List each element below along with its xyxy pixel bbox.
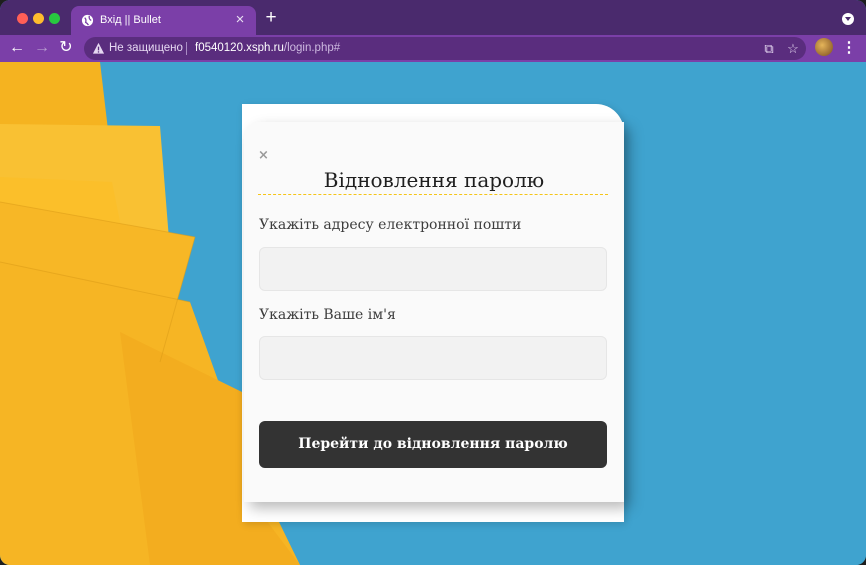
active-tab[interactable]: Вхід || Bullet × <box>71 6 256 35</box>
globe-icon <box>81 14 94 27</box>
email-label: Укажіть адресу електронної пошти <box>259 217 522 233</box>
close-icon[interactable]: × <box>232 12 248 28</box>
address-separator <box>186 42 187 55</box>
translate-icon[interactable]: ⧉ <box>760 40 778 58</box>
page-viewport: × Відновлення паролю Укажіть адресу елек… <box>0 62 866 565</box>
url-host: f0540120.xsph.ru <box>195 42 284 54</box>
name-label: Укажіть Ваше ім'я <box>259 307 396 323</box>
star-icon[interactable]: ☆ <box>784 40 802 58</box>
modal-title: Відновлення паролю <box>323 168 545 192</box>
tab-strip: Вхід || Bullet × + <box>0 0 866 35</box>
address-bar[interactable]: Не защищено f0540120.xsph.ru/login.php# … <box>84 37 806 60</box>
browser-toolbar: ← → ↻ Не защищено f0540120.xsph.ru/login… <box>0 35 866 62</box>
url-text[interactable]: f0540120.xsph.ru/login.php# <box>195 42 340 54</box>
recover-password-button[interactable]: Перейти до відновлення паролю <box>259 421 607 468</box>
forward-icon[interactable]: → <box>31 37 53 59</box>
tab-title: Вхід || Bullet <box>100 14 161 26</box>
password-recovery-modal: × Відновлення паролю Укажіть адресу елек… <box>244 122 624 502</box>
close-window-button[interactable] <box>17 13 28 24</box>
title-underline <box>258 194 608 195</box>
avatar[interactable] <box>815 38 833 56</box>
modal-close-icon[interactable]: × <box>258 148 269 163</box>
maximize-window-button[interactable] <box>49 13 60 24</box>
dropdown-icon[interactable] <box>842 13 854 25</box>
name-field[interactable] <box>259 336 607 380</box>
url-path: /login.php# <box>283 42 341 54</box>
email-field[interactable] <box>259 247 607 291</box>
plus-icon[interactable]: + <box>262 8 280 27</box>
kebab-menu-icon[interactable]: ⋮ <box>840 38 858 58</box>
security-label[interactable]: Не защищено <box>109 42 183 54</box>
minimize-window-button[interactable] <box>33 13 44 24</box>
reload-icon[interactable]: ↻ <box>55 37 77 59</box>
back-icon[interactable]: ← <box>6 37 28 59</box>
warning-icon[interactable] <box>92 42 105 55</box>
browser-window: Вхід || Bullet × + ← → ↻ Не защищено f05… <box>0 0 866 565</box>
